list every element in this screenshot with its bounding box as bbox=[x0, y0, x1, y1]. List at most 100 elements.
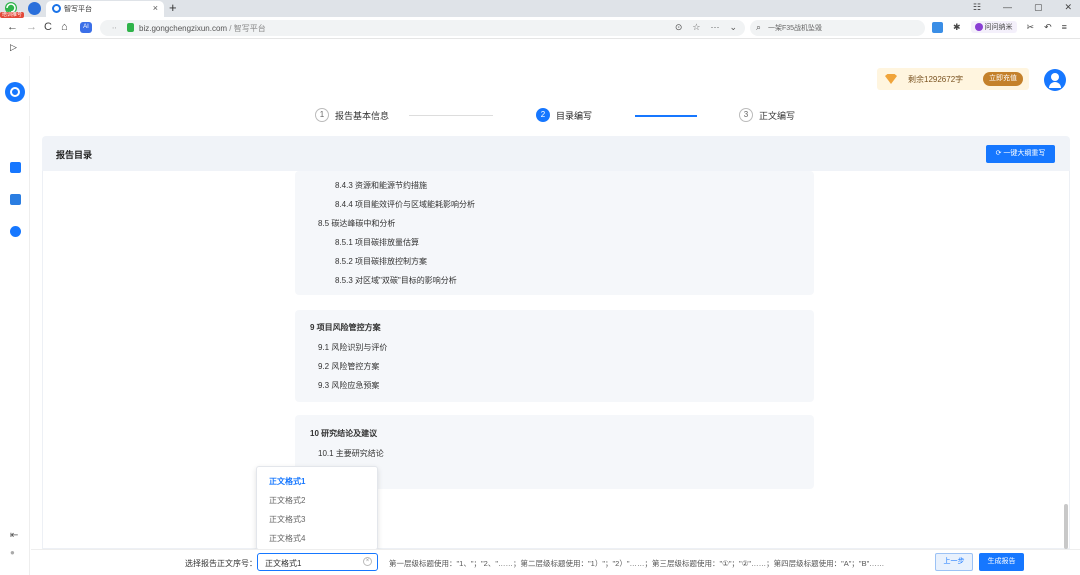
app-sidebar: ⇤ ● bbox=[0, 56, 30, 575]
format-select[interactable]: 正文格式1 × bbox=[257, 553, 378, 571]
url-domain: biz.gongchengzixun.com bbox=[139, 24, 228, 33]
step-connector bbox=[409, 115, 493, 116]
step-connector-active bbox=[635, 115, 697, 117]
recharge-button[interactable]: 立即充值 bbox=[983, 72, 1023, 86]
lock-icon: ∙∙ bbox=[112, 23, 117, 32]
toc-item[interactable]: 8.5.3 对区域"双碳"目标的影响分析 bbox=[335, 275, 457, 286]
search-suggestion: 一架F35战机坠毁 bbox=[768, 25, 823, 32]
search-icon: ⌕ bbox=[756, 22, 762, 32]
puzzle-icon[interactable]: ✱ bbox=[953, 22, 961, 33]
toc-item[interactable]: 8.4.4 项目能效评价与区域能耗影响分析 bbox=[335, 199, 475, 210]
browser-tab-active[interactable]: 智写平台 × bbox=[46, 1, 164, 17]
generate-report-button[interactable]: 生成报告 bbox=[979, 553, 1024, 571]
step-number: 1 bbox=[315, 108, 329, 122]
screenshot-icon[interactable] bbox=[932, 21, 943, 33]
previous-step-button[interactable]: 上一步 bbox=[935, 553, 973, 571]
step-label: 正文编写 bbox=[759, 110, 796, 121]
back-button[interactable]: ← bbox=[7, 21, 18, 33]
more-icon[interactable]: ··· bbox=[710, 22, 719, 33]
collapse-menu-icon[interactable]: ⇤ bbox=[10, 530, 18, 541]
toc-item[interactable]: 8.4.3 资源和能源节约措施 bbox=[335, 180, 427, 191]
toc-heading[interactable]: 9 项目风险管控方案 bbox=[310, 322, 381, 333]
address-toolbar: ← → C ⌂ AI ∙∙ biz.gongchengzixun.com / 智… bbox=[0, 17, 1080, 39]
reload-button[interactable]: C bbox=[44, 21, 52, 33]
home-button[interactable]: ⌂ bbox=[61, 21, 68, 33]
chevron-down-icon[interactable]: ⌄ bbox=[729, 22, 737, 33]
security-shield-icon[interactable] bbox=[127, 23, 134, 32]
clear-icon[interactable]: × bbox=[363, 557, 372, 566]
browser-search-box[interactable]: ⌕ 一架F35战机坠毁 bbox=[750, 20, 925, 36]
user-avatar[interactable] bbox=[1044, 69, 1066, 91]
format-select-label: 选择报告正文序号： bbox=[185, 559, 257, 568]
main-content: 剩余1292672字 立即充值 1 报告基本信息 2 目录编写 3 正文编写 报… bbox=[31, 56, 1080, 575]
toc-item[interactable]: 8.5.1 项目碳排放量估算 bbox=[335, 237, 419, 248]
outline-card-body[interactable]: 8.4.3 资源和能源节约措施 8.4.4 项目能效评价与区域能耗影响分析 8.… bbox=[42, 171, 1070, 549]
toc-item[interactable]: 9.2 风险管控方案 bbox=[318, 361, 379, 372]
toc-item[interactable]: 8.5 碳达峰碳中和分析 bbox=[318, 218, 395, 229]
dropdown-option[interactable]: 正文格式2 bbox=[269, 495, 305, 506]
url-bar[interactable]: ∙∙ biz.gongchengzixun.com / 智写平台 ⊙ ☆ ···… bbox=[100, 20, 745, 36]
toc-heading[interactable]: 10 研究结论及建议 bbox=[310, 428, 377, 439]
wenwen-icon bbox=[974, 23, 983, 31]
url-text: biz.gongchengzixun.com / 智写平台 bbox=[139, 23, 266, 34]
ai-assistant-icon[interactable]: AI bbox=[80, 22, 92, 33]
side-panel-toggle-icon[interactable]: ▷ bbox=[10, 42, 17, 53]
bottom-action-bar: 选择报告正文序号： 正文格式1 × 第一层级标题使用："1、"；"2、"……；第… bbox=[31, 549, 1080, 575]
step-outline[interactable]: 2 目录编写 bbox=[536, 108, 592, 122]
toc-item[interactable]: 9.1 风险识别与评价 bbox=[318, 342, 387, 353]
window-menu-icon[interactable]: ☷ bbox=[973, 2, 981, 13]
new-tab-button[interactable]: + bbox=[169, 0, 177, 15]
step-label: 报告基本信息 bbox=[335, 110, 390, 121]
card-title: 报告目录 bbox=[56, 150, 93, 160]
promo-badge: 培训推号 bbox=[0, 12, 25, 18]
minimize-button[interactable]: — bbox=[1003, 2, 1012, 13]
url-path: / 智写平台 bbox=[227, 24, 266, 33]
toc-item[interactable]: 10.1 主要研究结论 bbox=[318, 448, 384, 459]
maximize-button[interactable]: ▢ bbox=[1034, 2, 1043, 13]
heading-rules-text: 第一层级标题使用："1、"；"2、"……；第二层级标题使用："1）"；"2）"…… bbox=[389, 559, 885, 568]
window-controls: ☷ — ▢ ✕ bbox=[973, 2, 1072, 13]
app-logo-icon[interactable] bbox=[5, 82, 25, 102]
tab-close-icon[interactable]: × bbox=[153, 3, 158, 13]
step-body[interactable]: 3 正文编写 bbox=[739, 108, 795, 122]
location-icon[interactable]: ⊙ bbox=[675, 22, 683, 33]
scrollbar-thumb[interactable] bbox=[1064, 504, 1068, 549]
gear-icon[interactable] bbox=[10, 226, 21, 237]
scissors-icon[interactable]: ✂ bbox=[1027, 22, 1035, 33]
toc-item[interactable]: 9.3 风险应急预案 bbox=[318, 380, 379, 391]
star-icon[interactable]: ☆ bbox=[692, 22, 700, 33]
browser-tools: ✱ 问问纳米 ✂ ↶ ≡ bbox=[932, 21, 1067, 33]
toc-item[interactable]: 8.5.2 项目碳排放控制方案 bbox=[335, 256, 427, 267]
undo-icon[interactable]: ↶ bbox=[1044, 22, 1052, 33]
document-icon[interactable] bbox=[10, 194, 21, 205]
help-icon[interactable]: ● bbox=[10, 548, 15, 557]
step-basic-info[interactable]: 1 报告基本信息 bbox=[315, 108, 389, 122]
toc-section-8: 8.4.3 资源和能源节约措施 8.4.4 项目能效评价与区域能耗影响分析 8.… bbox=[295, 171, 814, 295]
forward-button[interactable]: → bbox=[26, 21, 37, 33]
remaining-words: 剩余1292672字 bbox=[908, 75, 964, 84]
rewrite-outline-button[interactable]: ⟳ 一键大纲重写 bbox=[986, 145, 1055, 163]
site-favicon-icon bbox=[52, 4, 61, 13]
bookmark-row: ▷ bbox=[0, 40, 1080, 56]
step-number: 3 bbox=[739, 108, 753, 122]
toc-section-9: 9 项目风险管控方案 9.1 风险识别与评价 9.2 风险管控方案 9.3 风险… bbox=[295, 310, 814, 402]
url-actions: ⊙ ☆ ··· ⌄ bbox=[675, 22, 737, 33]
edit-doc-icon[interactable] bbox=[10, 162, 21, 173]
step-label: 目录编写 bbox=[556, 110, 593, 121]
step-number: 2 bbox=[536, 108, 550, 122]
wenwen-assistant[interactable]: 问问纳米 bbox=[970, 21, 1017, 33]
extension-icon[interactable] bbox=[28, 2, 41, 15]
format-select-value: 正文格式1 bbox=[265, 559, 302, 568]
close-window-button[interactable]: ✕ bbox=[1064, 2, 1072, 13]
dropdown-option[interactable]: 正文格式4 bbox=[269, 533, 305, 544]
outline-card-header: 报告目录 ⟳ 一键大纲重写 bbox=[42, 136, 1070, 171]
wenwen-label: 问问纳米 bbox=[984, 24, 1013, 31]
quota-banner: 剩余1292672字 立即充值 bbox=[877, 68, 1029, 90]
dropdown-option[interactable]: 正文格式1 bbox=[269, 476, 305, 487]
menu-icon[interactable]: ≡ bbox=[1062, 22, 1067, 32]
dropdown-option[interactable]: 正文格式3 bbox=[269, 514, 305, 525]
diamond-icon bbox=[885, 74, 897, 84]
tab-title: 智写平台 bbox=[64, 6, 92, 13]
format-dropdown-menu: 正文格式1 正文格式2 正文格式3 正文格式4 bbox=[256, 466, 378, 550]
rewrite-label: 一键大纲重写 bbox=[1003, 150, 1046, 157]
